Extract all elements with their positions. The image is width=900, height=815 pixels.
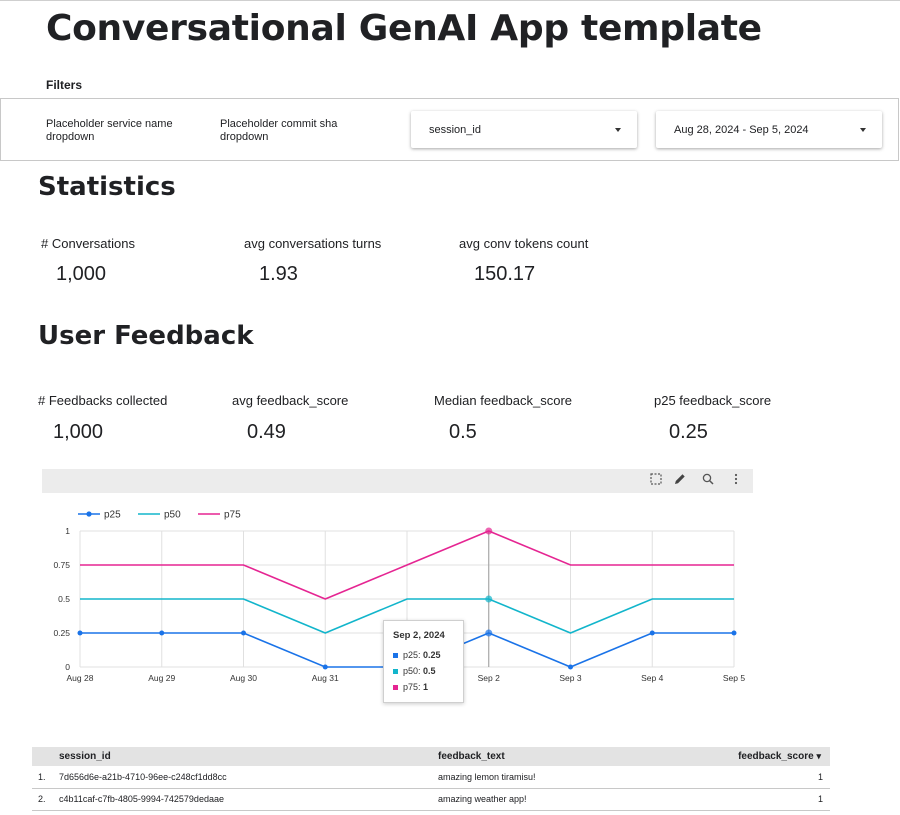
kpi-avg-feedback-label: avg feedback_score — [232, 393, 349, 408]
session-id-cell: c4b11caf-c7fb-4805-9994-742579dedaae — [59, 788, 438, 811]
feedback-table: session_id feedback_text feedback_score … — [32, 747, 830, 811]
kpi-feedbacks-value: 1,000 — [53, 421, 104, 443]
x-tick-label: Sep 2 — [478, 673, 500, 683]
x-tick-label: Aug 29 — [148, 673, 175, 683]
data-point-p25 — [322, 664, 328, 670]
kpi-p25-feedback-label: p25 feedback_score — [654, 393, 772, 408]
kpi-median-feedback-label: Median feedback_score — [434, 393, 573, 408]
feedback-text-header[interactable]: feedback_text — [438, 747, 730, 766]
date-range-label: Aug 28, 2024 - Sep 5, 2024 — [674, 123, 809, 136]
select-icon[interactable] — [648, 473, 664, 489]
row-index: 1. — [32, 766, 59, 789]
feedback-text-cell: amazing lemon tiramisu! — [438, 766, 730, 789]
service-name-placeholder: Placeholder service name dropdown — [46, 118, 173, 143]
chart-tooltip: Sep 2, 2024 p25: 0.25 p50: 0.5 p75: 1 — [383, 620, 464, 703]
filters-label: Filters — [46, 78, 83, 92]
legend-label-p25: p25 — [104, 510, 121, 521]
kpi-avg-feedback-value: 0.49 — [247, 421, 286, 443]
kpi-p25-feedback-value: 0.25 — [669, 421, 708, 443]
legend-label-p50: p50 — [164, 510, 181, 521]
tooltip-row-p50: p50: 0.5 — [393, 666, 436, 676]
feedback-score-cell: 1 — [730, 788, 830, 811]
data-point-p25 — [568, 664, 573, 670]
chevron-down-icon — [860, 127, 866, 132]
table-row: 1. 7d656d6e-a21b-4710-96ee-c248cf1dd8cc … — [32, 766, 830, 789]
kpi-avg-tokens-label: avg conv tokens count — [459, 236, 589, 251]
y-tick-label: 0.75 — [53, 560, 70, 570]
feedback-text-cell: amazing weather app! — [438, 788, 730, 811]
p75-swatch-icon — [393, 684, 398, 690]
x-tick-label: Sep 5 — [723, 673, 745, 683]
x-tick-label: Aug 31 — [312, 673, 339, 683]
tooltip-value: 0.5 — [423, 666, 436, 676]
row-index: 2. — [32, 788, 59, 811]
data-point-p25 — [731, 630, 737, 636]
data-point-p25 — [241, 630, 246, 636]
data-point-p75 — [485, 527, 493, 535]
feedback-score-cell: 1 — [730, 766, 830, 789]
commit-sha-placeholder: Placeholder commit sha dropdown — [220, 118, 338, 143]
tooltip-value: 0.25 — [423, 650, 441, 660]
page-title: Conversational GenAI App template — [46, 8, 762, 49]
more-icon[interactable] — [728, 473, 744, 489]
kpi-conversations-value: 1,000 — [56, 263, 107, 285]
data-point-p25 — [159, 630, 165, 636]
x-tick-label: Sep 3 — [559, 673, 581, 683]
p50-swatch-icon — [393, 668, 398, 674]
date-range-picker[interactable]: Aug 28, 2024 - Sep 5, 2024 — [656, 111, 882, 148]
y-tick-label: 0.5 — [58, 594, 70, 604]
data-point-p25 — [649, 630, 655, 636]
tooltip-value: 1 — [423, 682, 429, 692]
user-feedback-heading: User Feedback — [38, 321, 254, 351]
p25-swatch-icon — [393, 652, 398, 658]
data-point-p25 — [485, 629, 493, 637]
sort-desc-icon[interactable]: ▾ — [816, 751, 821, 761]
data-point-p25 — [77, 630, 83, 636]
feedback-score-header[interactable]: feedback_score ▾ — [730, 747, 830, 766]
x-tick-label: Aug 30 — [230, 673, 257, 683]
session-id-cell: 7d656d6e-a21b-4710-96ee-c248cf1dd8cc — [59, 766, 438, 789]
chevron-down-icon — [615, 127, 621, 132]
index-header — [32, 747, 59, 766]
table-header-row: session_id feedback_text feedback_score … — [32, 747, 830, 766]
legend-marker-p25 — [86, 511, 92, 517]
session-id-dropdown-label: session_id — [429, 123, 481, 136]
tooltip-label: p50: — [403, 666, 424, 676]
kpi-feedbacks-label: # Feedbacks collected — [38, 393, 168, 408]
tooltip-title: Sep 2, 2024 — [393, 630, 445, 641]
top-divider — [0, 0, 900, 1]
y-tick-label: 1 — [65, 526, 70, 536]
edit-icon[interactable] — [672, 473, 688, 489]
x-tick-label: Aug 28 — [67, 673, 94, 683]
feedback-score-header-label: feedback_score — [738, 751, 814, 762]
kpi-avg-tokens-value: 150.17 — [474, 263, 536, 285]
y-tick-label: 0.25 — [53, 628, 70, 638]
statistics-heading: Statistics — [38, 172, 176, 202]
zoom-icon[interactable] — [700, 473, 716, 489]
kpi-conversations-label: # Conversations — [41, 236, 135, 251]
table-row: 2. c4b11caf-c7fb-4805-9994-742579dedaae … — [32, 788, 830, 811]
legend-label-p75: p75 — [224, 510, 241, 521]
data-point-p50 — [485, 595, 493, 603]
tooltip-label: p75: — [403, 682, 424, 692]
chart-toolbar — [42, 469, 753, 493]
tooltip-label: p25: — [403, 650, 424, 660]
y-tick-label: 0 — [65, 662, 70, 672]
filter-bar: Placeholder service name dropdown Placeh… — [0, 98, 899, 161]
tooltip-row-p75: p75: 1 — [393, 682, 428, 692]
session-id-header[interactable]: session_id — [59, 747, 438, 766]
x-tick-label: Sep 4 — [641, 673, 663, 683]
kpi-avg-turns-value: 1.93 — [259, 263, 298, 285]
kpi-median-feedback-value: 0.5 — [449, 421, 477, 443]
kpi-avg-turns-label: avg conversations turns — [244, 236, 382, 251]
tooltip-row-p25: p25: 0.25 — [393, 650, 441, 660]
session-id-dropdown[interactable]: session_id — [411, 111, 637, 148]
